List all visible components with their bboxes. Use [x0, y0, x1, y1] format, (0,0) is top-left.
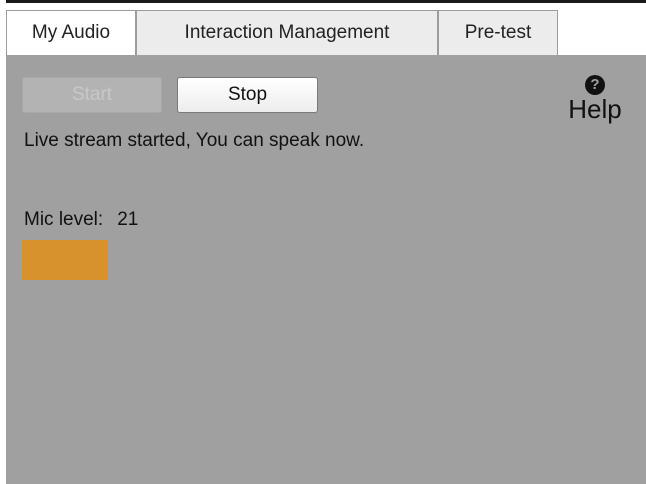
- tab-my-audio[interactable]: My Audio: [6, 10, 136, 55]
- status-message: Live stream started, You can speak now.: [24, 130, 365, 151]
- mic-level-value: 21: [117, 209, 139, 230]
- mic-level-label: Mic level:: [24, 209, 104, 230]
- start-button[interactable]: Start: [22, 77, 162, 113]
- tab-interaction-management[interactable]: Interaction Management: [136, 10, 438, 55]
- help-label: Help: [568, 94, 622, 124]
- stop-button[interactable]: Stop: [177, 77, 318, 113]
- mic-level-bar: [22, 240, 108, 280]
- audio-widget: My Audio Interaction Management Pre-test…: [0, 0, 646, 484]
- tab-bar: My Audio Interaction Management Pre-test: [6, 3, 646, 55]
- question-icon: ?: [585, 75, 605, 95]
- tab-pre-test[interactable]: Pre-test: [438, 10, 558, 55]
- help-button[interactable]: ? Help: [555, 75, 635, 123]
- my-audio-panel: Start Stop ? Help Live stream started, Y…: [6, 55, 646, 484]
- mic-level-row: Mic level: 21: [24, 209, 138, 231]
